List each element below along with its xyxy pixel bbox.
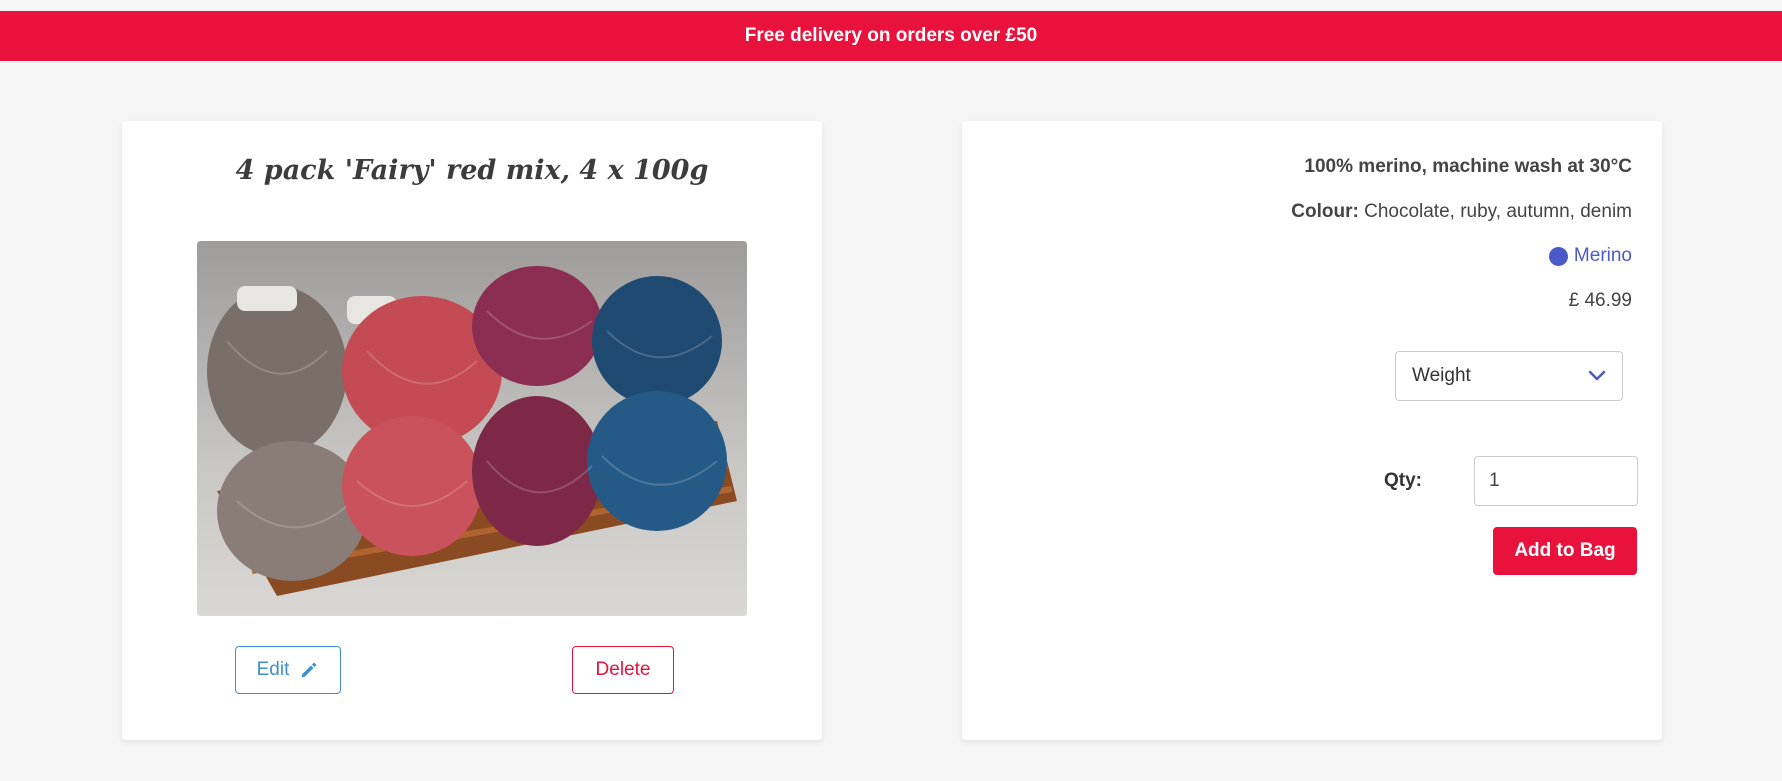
colour-value: Chocolate, ruby, autumn, denim — [1358, 201, 1632, 222]
product-colour: Colour: Chocolate, ruby, autumn, denim — [1291, 201, 1632, 223]
product-title: 4 pack 'Fairy' red mix, 4 x 100g — [235, 155, 709, 186]
product-category-link[interactable]: Merino — [1548, 245, 1632, 267]
qty-input[interactable] — [1474, 456, 1638, 506]
product-image-card: 4 pack 'Fairy' red mix, 4 x 100g Edit De… — [122, 121, 822, 740]
yarn-skeins-photo — [197, 241, 747, 616]
edit-button[interactable]: Edit — [235, 646, 341, 694]
weight-select-value: Weight — [1412, 365, 1471, 386]
delete-button[interactable]: Delete — [572, 646, 674, 694]
product-price: £ 46.99 — [1568, 290, 1632, 311]
chevron-down-icon — [1588, 370, 1606, 381]
add-to-bag-button[interactable]: Add to Bag — [1493, 527, 1637, 575]
category-dot-icon — [1548, 246, 1568, 266]
product-image — [197, 241, 747, 616]
delete-button-label: Delete — [595, 659, 651, 680]
pencil-icon — [302, 662, 317, 677]
edit-button-label: Edit — [256, 659, 290, 680]
product-description: 100% merino, machine wash at 30°C — [1304, 156, 1632, 177]
colour-label: Colour: — [1291, 201, 1359, 222]
product-details-card: 100% merino, machine wash at 30°C Colour… — [962, 121, 1662, 740]
qty-label: Qty: — [1384, 470, 1422, 491]
delivery-banner: Free delivery on orders over £50 — [0, 11, 1782, 61]
category-label: Merino — [1573, 245, 1632, 266]
weight-select[interactable]: Weight — [1395, 351, 1623, 401]
banner-text: Free delivery on orders over £50 — [744, 25, 1038, 46]
